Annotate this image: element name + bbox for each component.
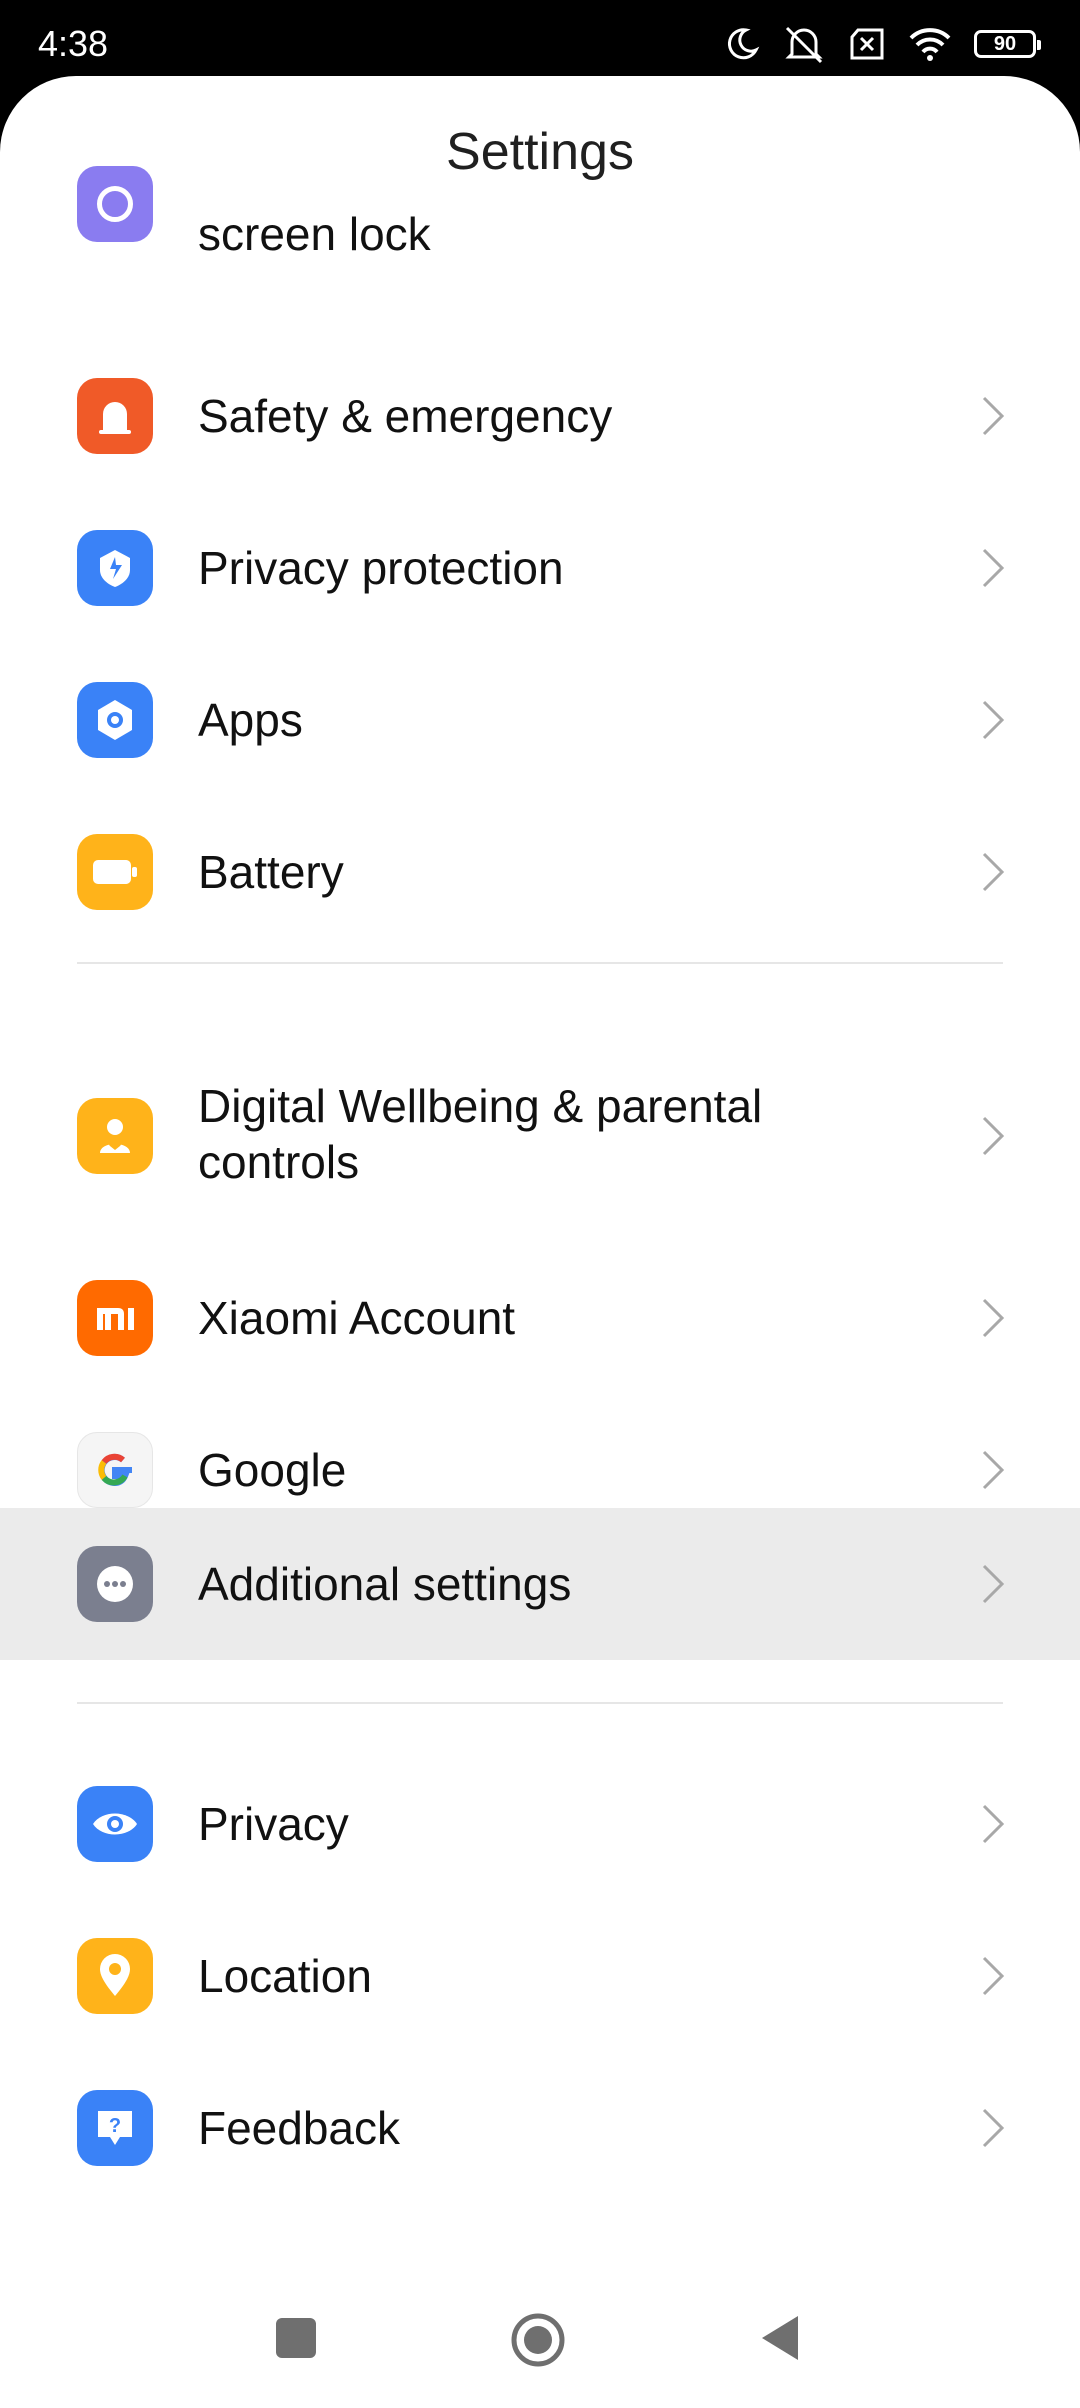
moon-icon: [727, 28, 760, 60]
section-divider: [77, 962, 1003, 964]
settings-item-privacy-protection[interactable]: Privacy protection: [0, 492, 1080, 644]
chevron-right-icon: [982, 1564, 1005, 1604]
section-divider: [77, 1702, 1003, 1704]
mute-icon: [785, 26, 823, 64]
settings-item-label: Apps: [198, 694, 303, 746]
settings-item-label: Privacy protection: [198, 542, 564, 594]
chevron-right-icon: [982, 1450, 1005, 1490]
status-bar: 4:38 90: [0, 0, 1080, 80]
chevron-right-icon: [982, 1298, 1005, 1338]
settings-sheet: Settings screen lock Safety & emergency …: [0, 76, 1080, 2408]
settings-item-digital-wellbeing[interactable]: Digital Wellbeing & parental controls: [0, 1036, 1080, 1236]
settings-item-label: Digital Wellbeing & parental controls: [198, 1080, 763, 1188]
settings-item-label: Additional settings: [198, 1558, 572, 1610]
emergency-icon: [77, 378, 153, 454]
recents-button[interactable]: [276, 2318, 316, 2358]
chevron-right-icon: [982, 1956, 1005, 1996]
battery-icon: [77, 834, 153, 910]
more-icon: [77, 1546, 153, 1622]
chevron-right-icon: [982, 1116, 1005, 1156]
settings-item-feedback[interactable]: ? Feedback: [0, 2052, 1080, 2204]
chevron-right-icon: [982, 1804, 1005, 1844]
navigation-bar: [0, 2250, 1080, 2408]
settings-item-label: Google: [198, 1444, 347, 1496]
location-icon: [77, 1938, 153, 2014]
status-icons: 90: [724, 24, 1041, 64]
chevron-right-icon: [982, 548, 1005, 588]
google-icon: [77, 1432, 153, 1508]
feedback-icon: ?: [77, 2090, 153, 2166]
back-button[interactable]: [758, 2312, 804, 2364]
status-time: 4:38: [38, 23, 109, 64]
wifi-icon: [909, 28, 951, 61]
xiaomi-icon: [77, 1280, 153, 1356]
settings-item-label: Battery: [198, 846, 344, 898]
settings-item-apps[interactable]: Apps: [0, 644, 1080, 796]
chevron-right-icon: [982, 2108, 1005, 2148]
settings-item-label: Privacy: [198, 1798, 349, 1850]
chevron-right-icon: [982, 852, 1005, 892]
settings-item-label: Feedback: [198, 2102, 401, 2154]
apps-icon: [77, 682, 153, 758]
settings-item-location[interactable]: Location: [0, 1900, 1080, 2052]
settings-item-label: Location: [198, 1950, 372, 2002]
battery-indicator: 90: [974, 30, 1041, 58]
home-button[interactable]: [510, 2312, 566, 2368]
battery-level: 90: [993, 32, 1017, 55]
settings-item-xiaomi-account[interactable]: Xiaomi Account: [0, 1242, 1080, 1394]
settings-item-label: Xiaomi Account: [198, 1292, 516, 1344]
eye-icon: [77, 1786, 153, 1862]
settings-item-label: Safety & emergency: [198, 390, 613, 442]
no-sim-icon: [850, 28, 884, 60]
svg-text:?: ?: [109, 2115, 121, 2137]
settings-item-battery[interactable]: Battery: [0, 796, 1080, 948]
settings-item-safety-emergency[interactable]: Safety & emergency: [0, 340, 1080, 492]
privacy-protection-icon: [77, 530, 153, 606]
wellbeing-icon: [77, 1098, 153, 1174]
settings-item-privacy[interactable]: Privacy: [0, 1748, 1080, 1900]
settings-item-additional-settings[interactable]: Additional settings: [0, 1508, 1080, 1660]
settings-item-screen-lock[interactable]: screen lock: [0, 166, 1080, 286]
chevron-right-icon: [982, 700, 1005, 740]
chevron-right-icon: [982, 396, 1005, 436]
